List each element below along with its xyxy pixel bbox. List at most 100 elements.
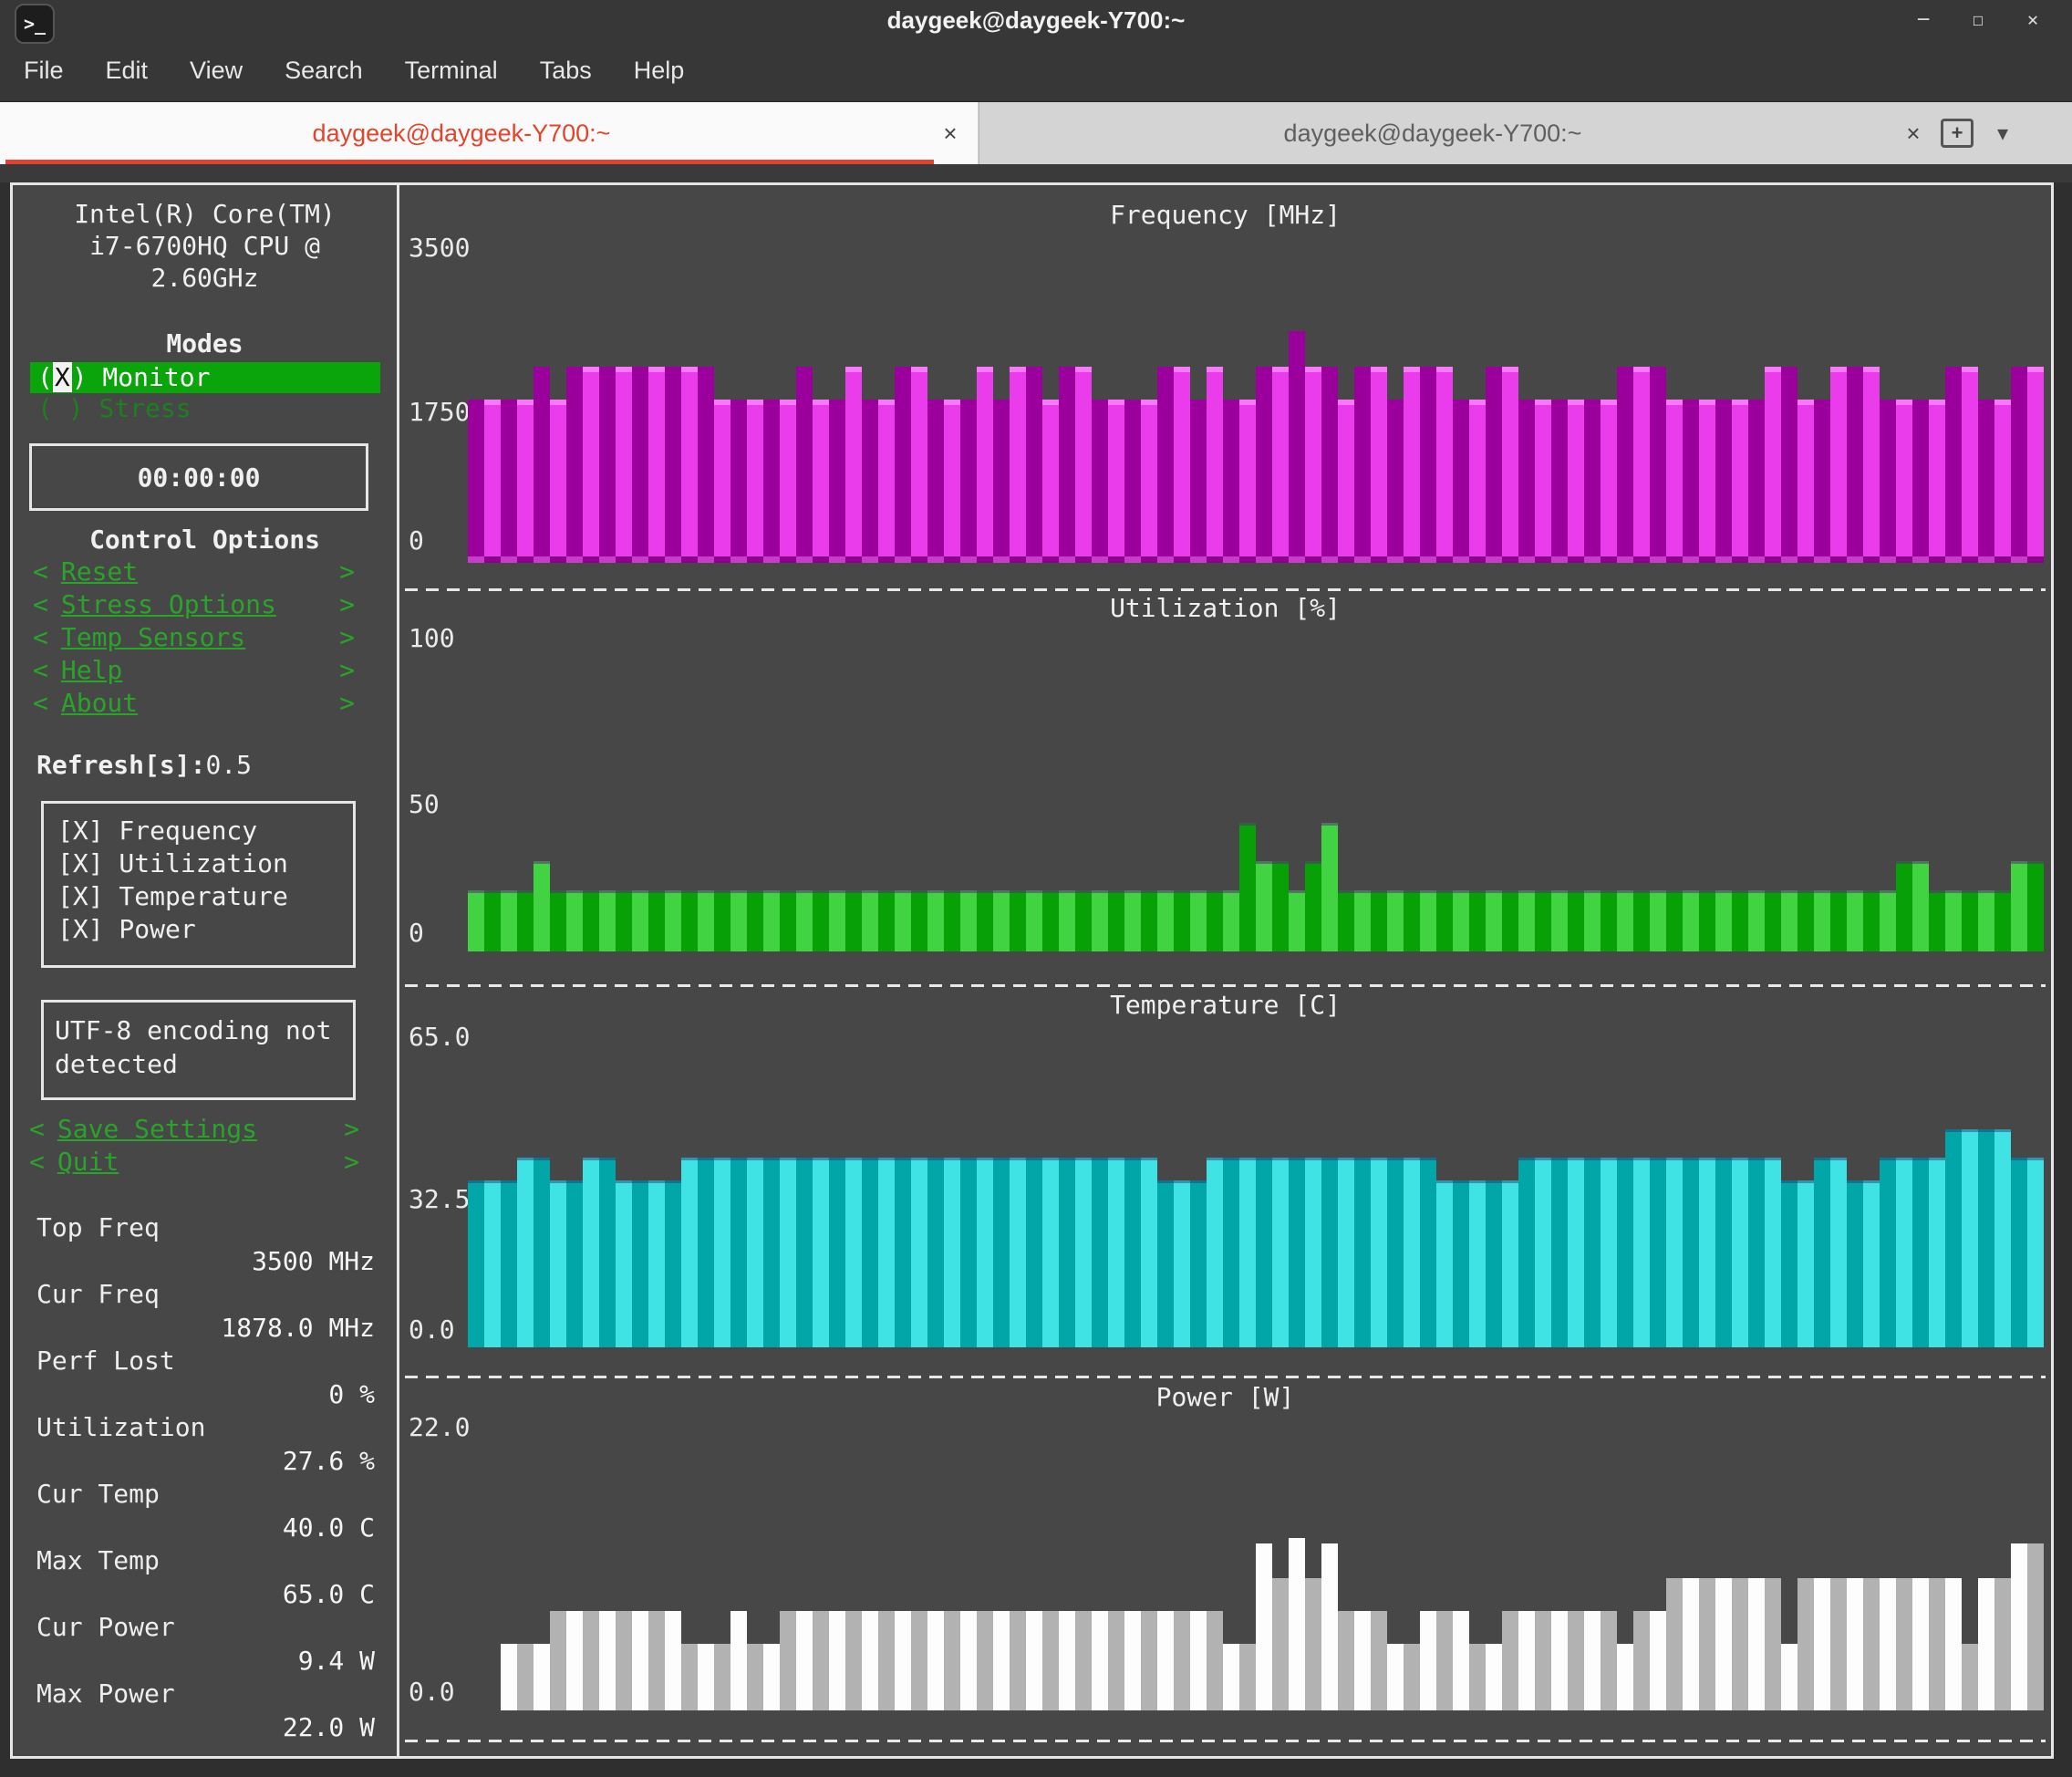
menu-item-edit[interactable]: Edit [100, 51, 154, 90]
mode-option-stress[interactable]: ( ) Stress [30, 393, 380, 424]
bar [1486, 1644, 1502, 1710]
new-tab-icon[interactable]: + [1941, 119, 1974, 148]
bar [1354, 1157, 1371, 1347]
bar [517, 1157, 534, 1347]
button-save-settings[interactable]: < Save Settings > [29, 1113, 359, 1146]
refresh-rate[interactable]: Refresh[s]:0.5 [13, 749, 397, 782]
bar [796, 366, 813, 556]
button-quit[interactable]: < Quit > [29, 1146, 359, 1179]
bar [714, 400, 730, 556]
bar [1141, 889, 1157, 951]
menu-item-view[interactable]: View [184, 51, 248, 90]
stat-value-max-power: 22.0 W [282, 1712, 375, 1742]
bar [813, 1157, 829, 1347]
button-temp-sensors[interactable]: < Temp Sensors > [33, 621, 355, 654]
stat-label-utilization: Utilization [36, 1412, 206, 1442]
bar [1994, 400, 2011, 556]
bar [796, 1610, 813, 1710]
bar [911, 1157, 927, 1347]
bar [534, 1644, 550, 1710]
bar [1190, 400, 1207, 556]
bar [1010, 1157, 1026, 1347]
bar [501, 1180, 517, 1347]
bar [1157, 1180, 1174, 1347]
mode-option-monitor[interactable]: (X) Monitor [30, 362, 380, 393]
bar [1042, 889, 1059, 951]
bar [730, 889, 747, 951]
cpu-name-line: 2.60GHz [150, 263, 259, 293]
tab-close-icon[interactable]: × [923, 120, 978, 148]
bar [1650, 889, 1666, 951]
bar [1223, 400, 1239, 556]
bar [1239, 400, 1256, 556]
bar [468, 1180, 484, 1347]
temperature-chart-title: Temperature [C] [1110, 990, 1341, 1020]
bar [829, 400, 845, 556]
bar [1666, 889, 1683, 951]
button-label: Help [60, 655, 123, 685]
footer-buttons: < Save Settings > < Quit > [13, 1113, 397, 1179]
bar [1683, 889, 1699, 951]
bar [1026, 1157, 1042, 1347]
bar [1896, 860, 1912, 951]
bar [1239, 823, 1256, 951]
bar [1814, 889, 1830, 951]
bar [1518, 889, 1535, 951]
bar [1929, 889, 1945, 951]
button-stress-options[interactable]: < Stress Options > [33, 588, 355, 621]
bar [1486, 1180, 1502, 1347]
menu-item-file[interactable]: File [18, 51, 69, 90]
bar [1321, 823, 1338, 951]
bar [517, 1644, 534, 1710]
bar [1124, 400, 1141, 556]
bar [1289, 889, 1305, 951]
bar [1108, 1157, 1124, 1347]
bar [1141, 400, 1157, 556]
tab-inactive[interactable]: daygeek@daygeek-Y700:~ × [979, 102, 1941, 164]
bar [862, 400, 878, 556]
angle-left-icon: < [33, 556, 48, 587]
chart-separator [405, 588, 2046, 591]
button-about[interactable]: < About > [33, 687, 355, 720]
close-icon[interactable]: ✕ [2017, 2, 2048, 36]
bar [1190, 1180, 1207, 1347]
menu-item-terminal[interactable]: Terminal [399, 51, 503, 90]
button-help[interactable]: < Help > [33, 654, 355, 687]
bar [813, 1610, 829, 1710]
bar [1502, 1180, 1518, 1347]
bar [862, 1610, 878, 1710]
button-reset[interactable]: < Reset > [33, 556, 355, 588]
bar [780, 400, 796, 556]
menu-item-help[interactable]: Help [628, 51, 690, 90]
tab-list-chevron-icon[interactable]: ▼ [1997, 122, 2008, 144]
minimize-icon[interactable]: ─ [1908, 2, 1939, 36]
menu-item-search[interactable]: Search [279, 51, 368, 90]
bar [1748, 400, 1765, 556]
tab-inactive-label: daygeek@daygeek-Y700:~ [1283, 119, 1582, 147]
bar [1453, 889, 1469, 951]
bar [977, 1610, 993, 1710]
bar [1994, 1129, 2011, 1347]
bar [501, 1644, 517, 1710]
bar [550, 400, 566, 556]
bar [813, 400, 829, 556]
maximize-icon[interactable]: ☐ [1963, 2, 1994, 36]
bar [1830, 1157, 1847, 1347]
toggle-frequency[interactable]: [X] Frequency [57, 815, 353, 847]
tab-active[interactable]: daygeek@daygeek-Y700:~ × [0, 102, 978, 164]
toggle-power[interactable]: [X] Power [57, 913, 353, 946]
bar [665, 1180, 681, 1347]
bar [632, 889, 648, 951]
toggle-utilization[interactable]: [X] Utilization [57, 847, 353, 880]
toggle-temperature[interactable]: [X] Temperature [57, 880, 353, 913]
bar [747, 400, 763, 556]
stat-label-top-freq: Top Freq [36, 1212, 160, 1242]
utilization-plot [468, 660, 2044, 951]
menu-item-tabs[interactable]: Tabs [534, 51, 597, 90]
bar [1715, 1577, 1732, 1710]
bar [1929, 1157, 1945, 1347]
tab-close-icon[interactable]: × [1886, 120, 1941, 148]
bar [1863, 366, 1880, 556]
bar [845, 1157, 862, 1347]
bar [763, 1644, 780, 1710]
